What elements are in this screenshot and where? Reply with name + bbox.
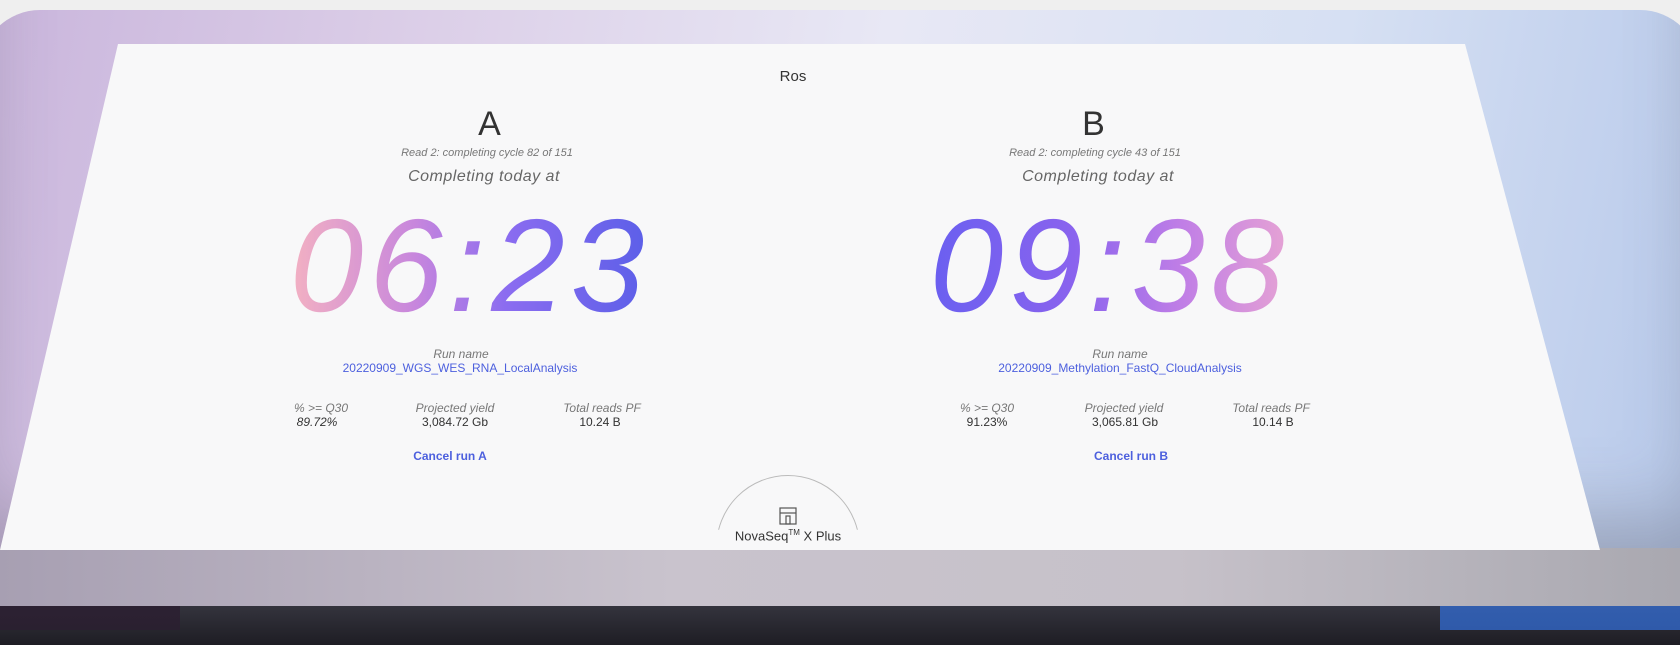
run-a-reads-value: 10.24 B xyxy=(579,415,621,429)
run-a-reads-label: Total reads PF xyxy=(563,401,641,415)
run-b-reads-value: 10.14 B xyxy=(1252,415,1294,429)
run-b-reads-label: Total reads PF xyxy=(1232,401,1310,415)
run-b-q30-value: 91.23% xyxy=(966,415,1008,429)
run-a-read-status: Read 2: completing cycle 82 of 151 xyxy=(401,147,573,159)
run-b-yield-value: 3,065.81 Gb xyxy=(1091,415,1159,429)
run-a-yield-value: 3,084.72 Gb xyxy=(421,415,489,429)
run-a-completion-time: 06:23 xyxy=(290,200,650,332)
instrument-screen: Ros A Read 2: completing cycle 82 of 151… xyxy=(0,44,1600,550)
run-b-time-separator: : xyxy=(1088,192,1132,339)
run-b-completion-label: Completing today at xyxy=(1022,168,1174,185)
run-b-run-name-label: Run name xyxy=(1092,347,1148,361)
run-a-q30-label: % >= Q30 xyxy=(293,401,349,415)
instrument-name: NovaSeqTM X Plus xyxy=(734,528,842,544)
run-a-time-hours: 06 xyxy=(289,192,449,339)
run-a-yield-label: Projected yield xyxy=(415,401,495,415)
run-a-time-separator: : xyxy=(448,192,492,339)
run-b-letter: B xyxy=(1082,105,1106,143)
run-b-yield-label: Projected yield xyxy=(1084,401,1164,415)
run-b-time-hours: 09 xyxy=(929,192,1089,339)
run-a-run-name-label: Run name xyxy=(433,347,489,361)
run-a-time-minutes: 23 xyxy=(491,192,651,339)
run-a-q30-value: 89.72% xyxy=(296,415,338,429)
device-bezel-lower xyxy=(0,548,1680,606)
location-title: Ros xyxy=(779,68,807,85)
run-a-completion-label: Completing today at xyxy=(408,168,560,185)
run-a-run-name[interactable]: 20220909_WGS_WES_RNA_LocalAnalysis xyxy=(343,361,578,375)
run-b-time-minutes: 38 xyxy=(1131,192,1291,339)
run-b-completion-time: 09:38 xyxy=(930,200,1290,332)
run-a-letter: A xyxy=(478,105,502,143)
run-b-read-status: Read 2: completing cycle 43 of 151 xyxy=(1009,147,1181,159)
cancel-run-b-button[interactable]: Cancel run B xyxy=(1094,449,1168,463)
cancel-run-a-button[interactable]: Cancel run A xyxy=(413,449,487,463)
run-b-q30-label: % >= Q30 xyxy=(959,401,1015,415)
run-b-run-name[interactable]: 20220909_Methylation_FastQ_CloudAnalysis xyxy=(998,361,1242,375)
instrument-icon xyxy=(779,507,797,525)
